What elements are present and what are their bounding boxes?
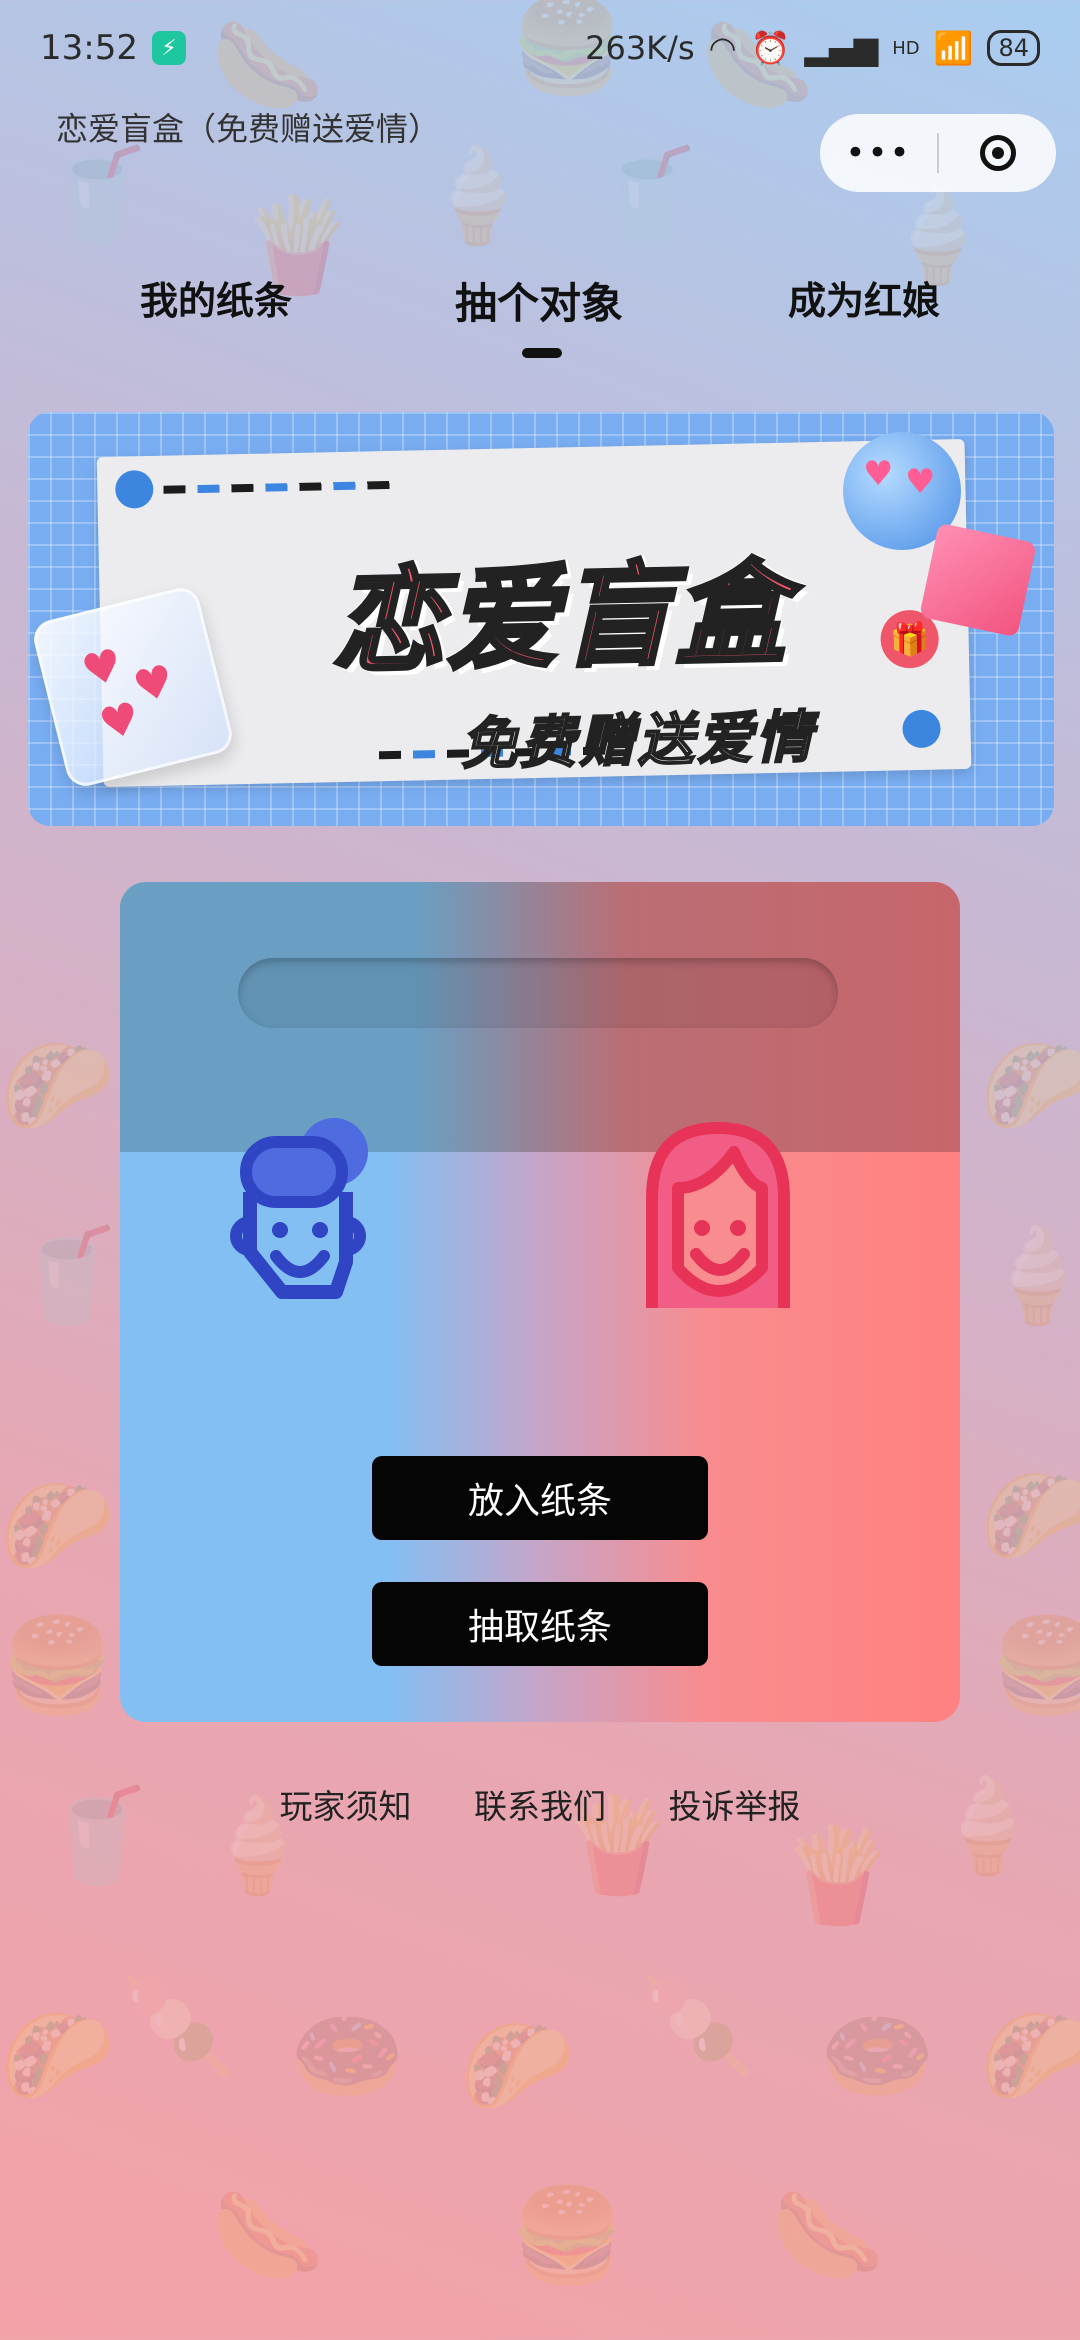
- put-note-button[interactable]: 放入纸条: [372, 1456, 708, 1540]
- taco-icon: 🌮: [980, 1462, 1080, 1569]
- icecream-icon: 🍦: [420, 142, 535, 249]
- mini-program-capsule: •••: [820, 114, 1056, 192]
- contact-us-link[interactable]: 联系我们: [474, 1787, 606, 1826]
- drink-icon: 🥤: [40, 142, 155, 249]
- drink-icon: 🥤: [10, 1222, 125, 1329]
- taco-icon: 🌮: [460, 2012, 575, 2119]
- ticket-dashes: [163, 480, 394, 494]
- footer-links: 玩家须知 联系我们 投诉举报: [0, 1780, 1080, 1828]
- page-title: 恋爱盲盒（免费赠送爱情）: [56, 110, 441, 148]
- target-icon: [979, 135, 1016, 171]
- donut-icon: 🍩: [820, 2002, 935, 2109]
- app-notification-icon: ⚡: [151, 31, 186, 65]
- tab-matchmaker[interactable]: 成为红娘: [788, 270, 940, 325]
- banner-subtitle: 免费赠送爱情: [459, 704, 816, 778]
- status-right: 263K/s ◠ ⏰ ▂▄▆ HD 📶 84: [585, 29, 1040, 67]
- taco-icon: 🌮: [0, 2002, 115, 2109]
- more-menu-button[interactable]: •••: [820, 133, 937, 173]
- banner-title: 恋爱盲盒: [329, 547, 792, 691]
- tab-draw-partner[interactable]: 抽个对象: [455, 270, 623, 331]
- status-time: 13:52: [40, 28, 138, 68]
- gift-box-icon: [919, 522, 1037, 638]
- blind-box-panel: 放入纸条 抽取纸条: [120, 882, 960, 1722]
- tab-bar: 我的纸条 抽个对象 成为红娘: [0, 262, 1080, 362]
- active-tab-indicator: [522, 348, 562, 358]
- report-complaint-link[interactable]: 投诉举报: [669, 1787, 801, 1826]
- hotdog-icon: 🌭: [210, 2182, 325, 2289]
- tab-my-notes[interactable]: 我的纸条: [140, 270, 292, 325]
- promo-banner[interactable]: 恋爱盲盒 免费赠送爱情 🎁 ♥ ♥ ♥ ♥ ♥: [28, 412, 1054, 826]
- popsicle-icon: 🍡: [120, 1972, 235, 2079]
- taco-icon: 🌮: [980, 1032, 1080, 1139]
- hotdog-icon: 🌭: [770, 2182, 885, 2289]
- network-speed: 263K/s: [585, 29, 695, 67]
- drink-icon: 🥤: [590, 142, 705, 249]
- burger-icon: 🍔: [990, 1612, 1080, 1719]
- taco-icon: 🌮: [0, 1032, 115, 1139]
- ticket-dot: [902, 709, 941, 749]
- status-bar: 13:52 ⚡ 263K/s ◠ ⏰ ▂▄▆ HD 📶 84: [0, 0, 1080, 96]
- burger-icon: 🍔: [510, 2182, 625, 2289]
- signal-icon: ▂▄▆: [804, 29, 879, 67]
- wifi-icon: 📶: [933, 29, 974, 67]
- donut-icon: 🍩: [290, 2002, 405, 2109]
- hd-label: HD: [892, 37, 920, 59]
- battery-indicator: 84: [987, 30, 1040, 66]
- burger-icon: 🍔: [0, 1612, 115, 1719]
- fries-icon: 🍟: [780, 1822, 895, 1929]
- note-slot: [238, 958, 838, 1028]
- player-notice-link[interactable]: 玩家须知: [280, 1787, 412, 1826]
- taco-icon: 🌮: [980, 2002, 1080, 2109]
- boy-avatar-icon: [230, 1118, 368, 1299]
- popsicle-icon: 🍡: [640, 1972, 755, 2079]
- taco-icon: 🌮: [0, 1472, 115, 1579]
- girl-avatar-icon: [646, 1121, 790, 1308]
- status-left: 13:52 ⚡: [40, 28, 186, 68]
- draw-note-button[interactable]: 抽取纸条: [372, 1582, 708, 1666]
- ticket-dot: [114, 469, 154, 509]
- close-mini-program-button[interactable]: [939, 135, 1056, 171]
- icecream-icon: 🍦: [980, 1222, 1080, 1329]
- alarm-icon: ⏰: [750, 29, 791, 67]
- speedometer-icon: ◠: [708, 29, 737, 67]
